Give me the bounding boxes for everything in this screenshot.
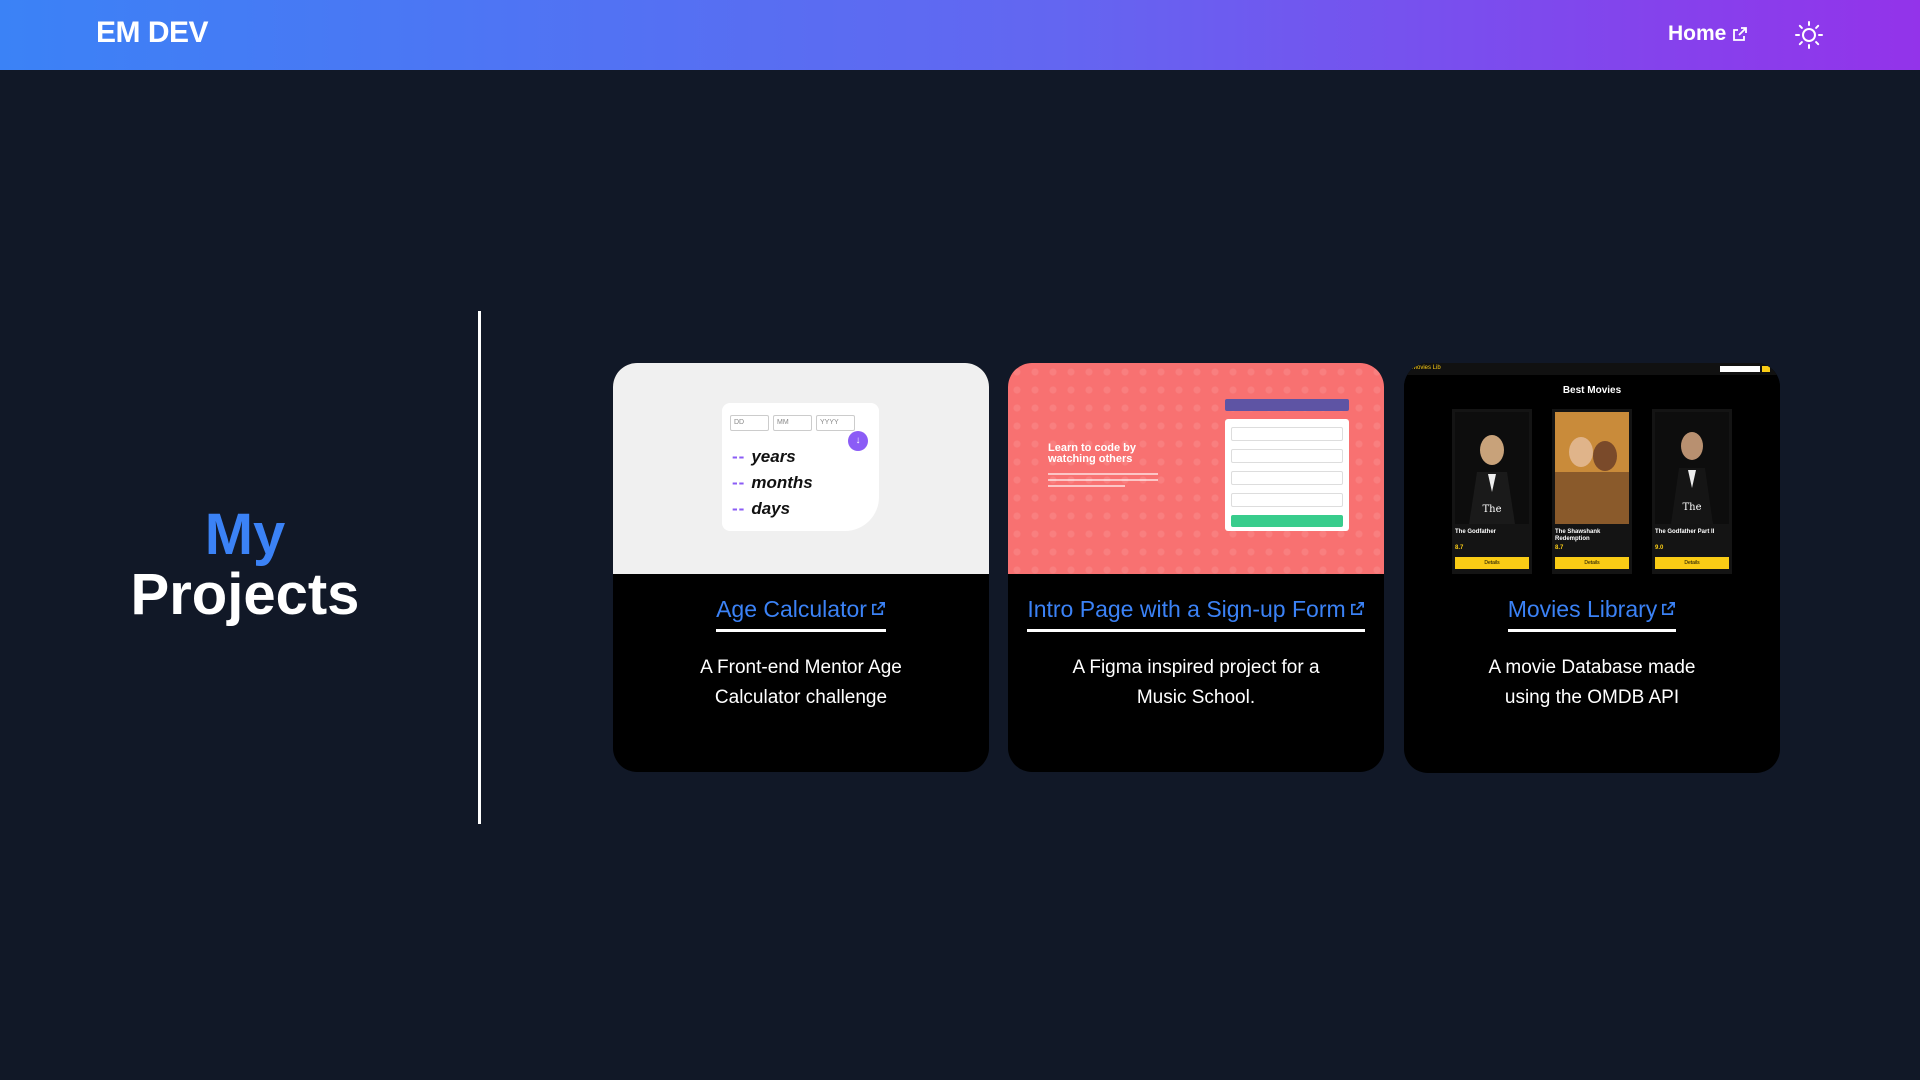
movie-card: The The Godfather 8.7 Details <box>1452 409 1532 574</box>
external-link-icon <box>871 602 885 615</box>
project-card-intro-page: Learn to code by watching others Intro P… <box>1008 363 1384 772</box>
project-preview-image[interactable]: Learn to code by watching others <box>1008 363 1384 574</box>
movie-poster <box>1555 412 1629 524</box>
details-button: Details <box>1555 557 1629 569</box>
brand-logo[interactable]: EM DEV <box>96 16 209 50</box>
preview-row: -- months <box>732 473 813 492</box>
preview-heading: Learn to code by watching others <box>1048 442 1137 465</box>
details-button: Details <box>1455 557 1529 569</box>
top-navbar: EM DEV Home <box>0 0 1920 70</box>
project-title-link[interactable]: Intro Page with a Sign-up Form <box>1008 596 1384 632</box>
project-description: A Figma inspired project for a Music Sch… <box>1072 657 1320 708</box>
details-button: Details <box>1655 557 1729 569</box>
preview-year-input: YYYY <box>816 415 855 431</box>
movie-card: The Shawshank Redemption 8.7 Details <box>1552 409 1632 574</box>
title-projects: Projects <box>130 562 360 627</box>
project-preview-image[interactable]: Movies Lib Best Movies The The Godfather… <box>1404 363 1780 574</box>
project-preview-image[interactable]: DD MM YYYY ↓ -- years -- months -- days <box>613 363 989 574</box>
preview-row: -- years <box>732 447 796 466</box>
preview-form <box>1225 419 1349 531</box>
project-description: A movie Database made using the OMDB API <box>1488 657 1696 708</box>
project-title-link[interactable]: Movies Library <box>1404 596 1780 632</box>
movie-poster: The <box>1655 412 1729 524</box>
title-my: My <box>204 502 286 567</box>
arrow-down-icon: ↓ <box>848 431 868 451</box>
nav-home-link[interactable]: Home <box>1668 22 1748 46</box>
project-description: A Front-end Mentor Age Calculator challe… <box>700 657 902 708</box>
sun-icon[interactable] <box>1794 20 1824 50</box>
preview-app-name: Movies Lib <box>1412 365 1441 371</box>
svg-text:The: The <box>1482 504 1501 515</box>
project-title-link[interactable]: Age Calculator <box>613 596 989 632</box>
external-link-icon <box>1733 27 1748 41</box>
nav-home-label: Home <box>1668 22 1727 45</box>
project-card-movies-library: Movies Lib Best Movies The The Godfather… <box>1404 363 1780 773</box>
movie-card: The The Godfather Part II 9.0 Details <box>1652 409 1732 574</box>
preview-heading: Best Movies <box>1562 385 1622 396</box>
external-link-icon <box>1662 602 1676 615</box>
page-title: My Projects <box>0 505 490 625</box>
project-card-age-calculator: DD MM YYYY ↓ -- years -- months -- days Age… <box>613 363 989 772</box>
preview-panel: DD MM YYYY ↓ -- years -- months -- days <box>722 403 879 531</box>
movie-poster: The <box>1455 412 1529 524</box>
preview-day-input: DD <box>730 415 769 431</box>
vertical-divider <box>478 311 481 824</box>
preview-row: -- days <box>732 499 791 518</box>
external-link-icon <box>1350 602 1364 615</box>
preview-month-input: MM <box>773 415 812 431</box>
svg-text:The: The <box>1682 502 1701 513</box>
